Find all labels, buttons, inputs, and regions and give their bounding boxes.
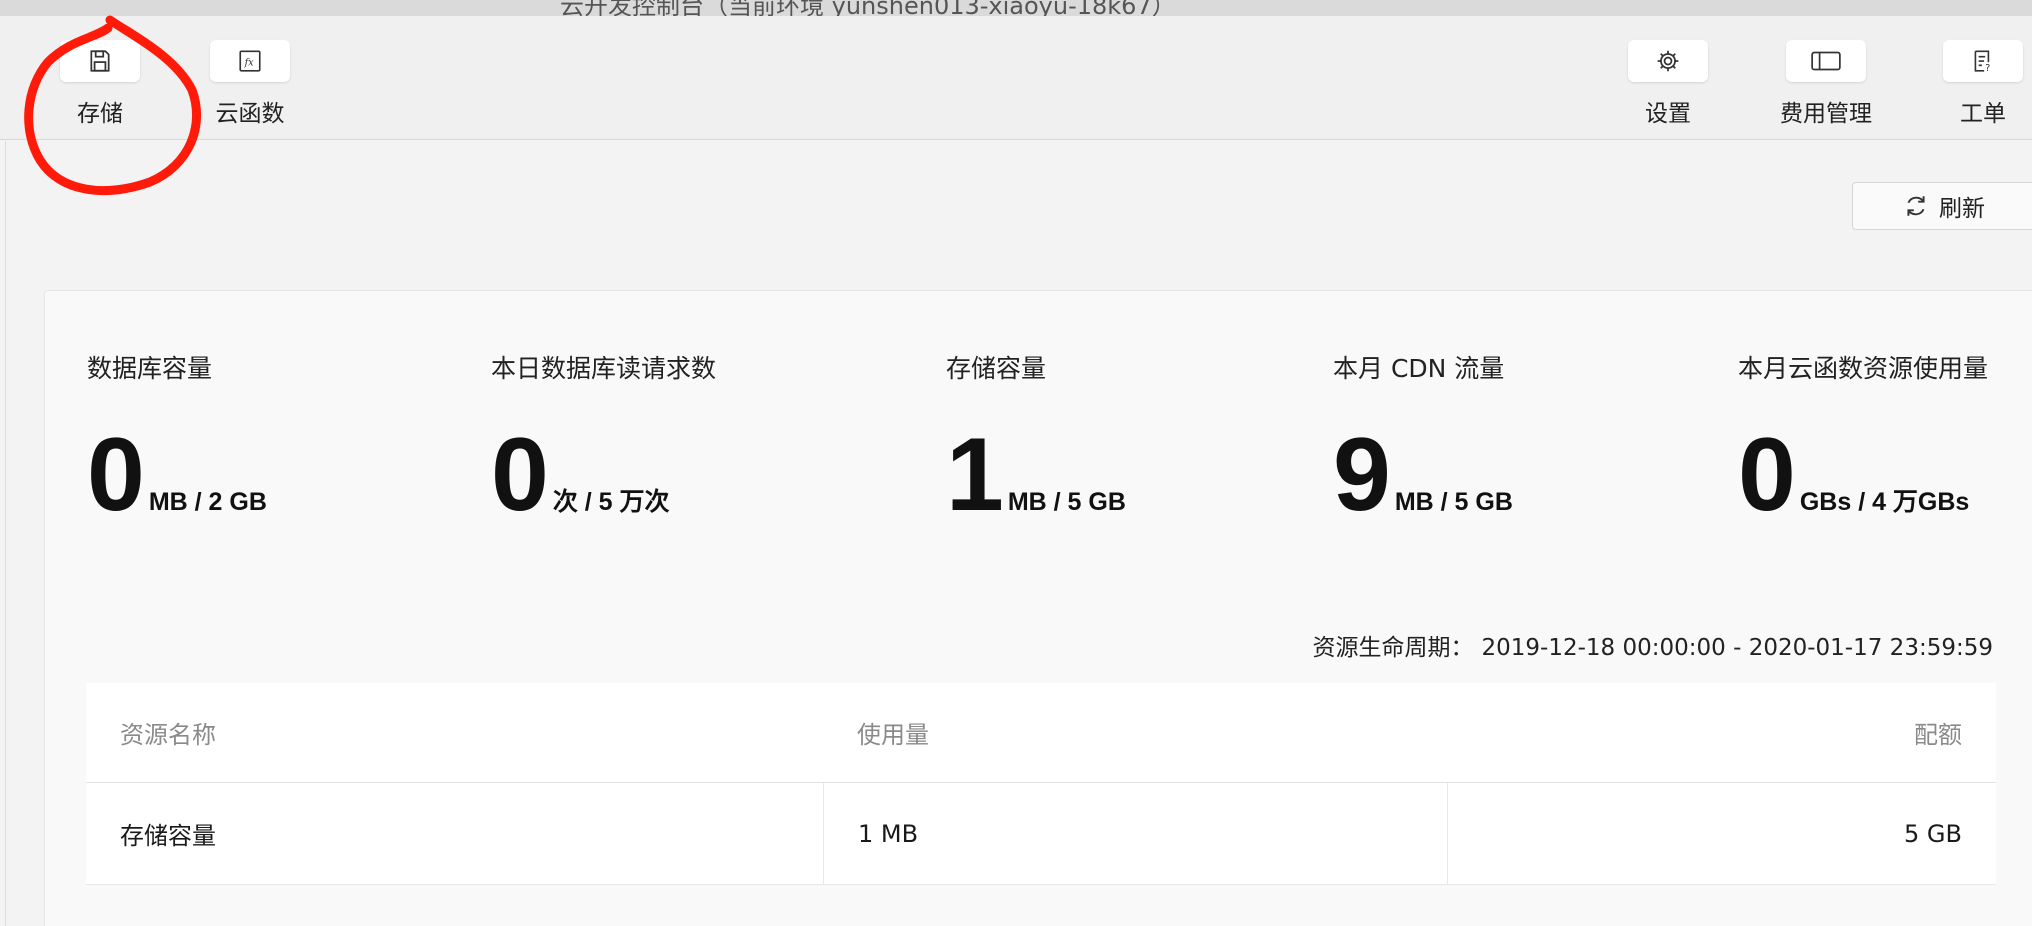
settings-button[interactable]: 设置 bbox=[1613, 40, 1723, 128]
stat-label: 数据库容量 bbox=[87, 354, 213, 383]
refresh-label: 刷新 bbox=[1939, 196, 1985, 222]
stat-cloud-function-usage: 本月云函数资源使用量 0 GBs / 4 万GBs bbox=[1738, 349, 1988, 527]
ticket-button[interactable]: ? 工单 bbox=[1928, 40, 2032, 128]
storage-button-frame[interactable] bbox=[60, 40, 140, 82]
resource-lifecycle: 资源生命周期： 2019-12-18 00:00:00 - 2020-01-17 … bbox=[1305, 628, 1993, 662]
gear-icon bbox=[1657, 50, 1679, 72]
toolbar: 存储 fx 云函数 设置 费用管理 ? 工单 bbox=[0, 16, 2032, 140]
table-row: 存储容量 1 MB 5 GB bbox=[86, 783, 1996, 885]
ticket-button-frame[interactable]: ? bbox=[1943, 40, 2023, 82]
settings-label: 设置 bbox=[1645, 101, 1691, 127]
ticket-label: 工单 bbox=[1960, 101, 2006, 127]
stat-label: 本月 CDN 流量 bbox=[1333, 354, 1505, 383]
header-quota: 配额 bbox=[1914, 721, 1962, 749]
stat-unit: MB / 2 GB bbox=[148, 488, 267, 516]
header-resource-name: 资源名称 bbox=[120, 721, 216, 749]
lifecycle-label: 资源生命周期： bbox=[1312, 635, 1474, 661]
lifecycle-range: 2019-12-18 00:00:00 - 2020-01-17 23:59:5… bbox=[1481, 635, 1993, 661]
stat-value: 0 bbox=[1738, 417, 1796, 533]
refresh-icon bbox=[1907, 196, 1925, 216]
stat-label: 本日数据库读请求数 bbox=[491, 354, 717, 383]
cloud-function-label: 云函数 bbox=[215, 101, 285, 127]
storage-label: 存储 bbox=[77, 101, 123, 127]
stat-db-read-requests: 本日数据库读请求数 0 次 / 5 万次 bbox=[491, 349, 716, 527]
billing-button-frame[interactable] bbox=[1786, 40, 1866, 82]
stat-value: 0 bbox=[87, 417, 145, 533]
stat-unit: MB / 5 GB bbox=[1394, 488, 1513, 516]
storage-button[interactable]: 存储 bbox=[45, 40, 155, 128]
stat-label: 本月云函数资源使用量 bbox=[1738, 354, 1989, 383]
stat-value: 1 bbox=[946, 417, 1004, 533]
stat-unit: MB / 5 GB bbox=[1007, 488, 1126, 516]
window-titlebar: 云开发控制台（当前环境 yunshen013-xiaoyu-18k67） bbox=[0, 0, 2032, 16]
stat-cdn-traffic: 本月 CDN 流量 9 MB / 5 GB bbox=[1333, 349, 1513, 527]
window-title: 云开发控制台（当前环境 yunshen013-xiaoyu-18k67） bbox=[560, 0, 1176, 16]
stat-unit: 次 / 5 万次 bbox=[552, 488, 670, 516]
stat-database-capacity: 数据库容量 0 MB / 2 GB bbox=[87, 349, 267, 527]
billing-label: 费用管理 bbox=[1780, 101, 1872, 127]
header-usage: 使用量 bbox=[857, 721, 929, 749]
billing-card-icon bbox=[1811, 51, 1841, 71]
floppy-disk-icon bbox=[90, 50, 110, 72]
table-header: 资源名称 使用量 配额 bbox=[86, 683, 1996, 783]
svg-text:?: ? bbox=[1985, 63, 1990, 74]
cloud-function-button-frame[interactable]: fx bbox=[210, 40, 290, 82]
cloud-function-button[interactable]: fx 云函数 bbox=[195, 40, 305, 128]
stat-unit: GBs / 4 万GBs bbox=[1799, 488, 1970, 516]
stat-value: 9 bbox=[1333, 417, 1391, 533]
cell-usage: 1 MB bbox=[823, 783, 1447, 884]
stat-value: 0 bbox=[491, 417, 549, 533]
ticket-doc-icon: ? bbox=[1974, 50, 1990, 74]
function-fx-icon: fx bbox=[239, 50, 261, 72]
left-divider bbox=[0, 141, 6, 926]
refresh-button[interactable]: 刷新 bbox=[1852, 182, 2032, 230]
resource-table: 资源名称 使用量 配额 存储容量 1 MB 5 GB bbox=[86, 683, 1996, 885]
billing-button[interactable]: 费用管理 bbox=[1771, 40, 1881, 128]
settings-button-frame[interactable] bbox=[1628, 40, 1708, 82]
svg-text:fx: fx bbox=[244, 57, 255, 68]
cell-resource-name: 存储容量 bbox=[120, 822, 216, 850]
stat-label: 存储容量 bbox=[946, 354, 1047, 383]
overview-panel: 数据库容量 0 MB / 2 GB 本日数据库读请求数 0 次 / 5 万次 存… bbox=[44, 290, 2032, 926]
cell-quota: 5 GB bbox=[1447, 783, 1996, 884]
stat-storage-capacity: 存储容量 1 MB / 5 GB bbox=[946, 349, 1126, 527]
